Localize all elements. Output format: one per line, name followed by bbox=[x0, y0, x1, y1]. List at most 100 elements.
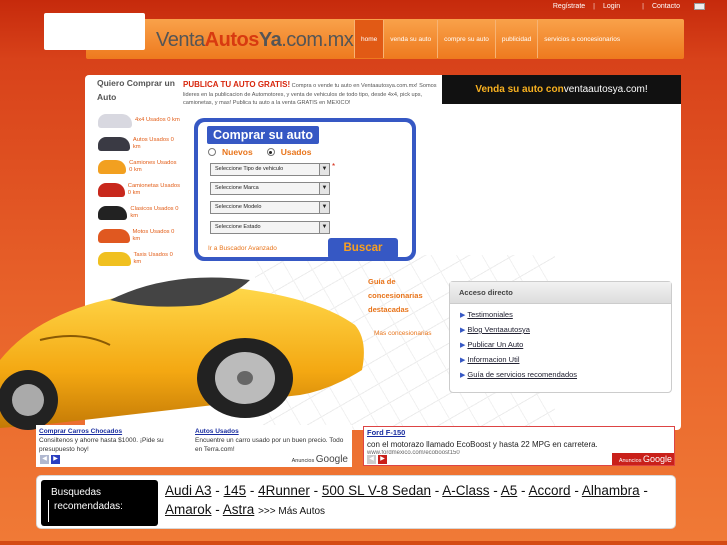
car-thumbnail-icon[interactable] bbox=[98, 182, 125, 197]
busqueda-link[interactable]: A5 bbox=[501, 483, 518, 498]
busquedas-label: Busquedas recomendadas: bbox=[41, 480, 158, 526]
ad-item[interactable]: Comprar Carros Chocados Consiltenos y ah… bbox=[39, 427, 189, 454]
busqueda-link[interactable]: A-Class bbox=[442, 483, 489, 498]
select-marca[interactable]: Seleccione Marca ▼ bbox=[210, 182, 330, 195]
next-arrow-icon[interactable]: ▶ bbox=[51, 455, 60, 464]
car-thumbnail-icon[interactable] bbox=[98, 205, 128, 220]
ad-title[interactable]: Comprar Carros Chocados bbox=[39, 427, 189, 436]
nav-publicidad[interactable]: publicidad bbox=[494, 20, 537, 58]
busquedas-title: Busquedas bbox=[51, 487, 102, 498]
mas-concesionarias-link[interactable]: Mas concesionarias bbox=[374, 330, 431, 337]
busqueda-link[interactable]: Accord bbox=[529, 483, 571, 498]
busqueda-link[interactable]: 500 SL V-8 Sedan bbox=[322, 483, 431, 498]
ford-ad[interactable]: Ford F-150 con el motorazo llamado EcoBo… bbox=[363, 426, 675, 466]
car-thumbnail-icon[interactable] bbox=[98, 159, 127, 174]
busquedas-links: Audi A3 - 145 - 4Runner - 500 SL V-8 Sed… bbox=[165, 483, 648, 517]
anuncios-google-label[interactable]: Anuncios Google bbox=[612, 453, 674, 465]
category-item[interactable]: Clasicos Usados 0 km bbox=[98, 201, 180, 224]
acceso-directo-box: Acceso directo TestimonialesBlog Ventaau… bbox=[449, 281, 672, 393]
ford-ad-nav: ◀ ▶ bbox=[367, 455, 387, 464]
category-item[interactable]: Autos Usados 0 km bbox=[98, 132, 180, 155]
dropdown-arrow-icon: ▼ bbox=[319, 202, 329, 213]
site-logo[interactable]: VentaAutosYa.com.mx bbox=[156, 29, 354, 52]
ad-title[interactable]: Autos Usados bbox=[195, 427, 345, 436]
ford-ad-text: con el motorazo llamado EcoBoost y hasta… bbox=[367, 440, 598, 449]
radio-usados-circle[interactable] bbox=[266, 148, 275, 156]
category-item[interactable]: Camionetas Usados 0 km bbox=[98, 178, 180, 201]
mas-autos-link[interactable]: >>> Más Autos bbox=[258, 506, 325, 517]
search-widget: Comprar su auto Nuevos Usados * Seleccio… bbox=[194, 118, 416, 261]
nav-compre[interactable]: compre su auto bbox=[437, 20, 495, 58]
select-estado[interactable]: Seleccione Estado ▼ bbox=[210, 221, 330, 234]
google-ads: Comprar Carros Chocados Consiltenos y ah… bbox=[36, 425, 352, 467]
busqueda-link[interactable]: 145 bbox=[224, 483, 247, 498]
acceso-title: Acceso directo bbox=[450, 282, 671, 304]
prev-arrow-icon[interactable]: ◀ bbox=[40, 455, 49, 464]
category-label[interactable]: Motos Usados 0 km bbox=[133, 229, 180, 242]
busqueda-link[interactable]: Alhambra bbox=[582, 483, 640, 498]
category-item[interactable]: Camiones Usados 0 km bbox=[98, 155, 180, 178]
divider bbox=[48, 500, 49, 522]
registrate-link[interactable]: Regístrate bbox=[553, 3, 585, 10]
separator: | bbox=[593, 3, 595, 10]
category-item[interactable]: Motos Usados 0 km bbox=[98, 224, 180, 247]
footer-strip bbox=[0, 541, 727, 545]
contacto-link[interactable]: Contacto bbox=[652, 3, 680, 10]
separator: | bbox=[642, 3, 644, 10]
dropdown-arrow-icon: ▼ bbox=[319, 183, 329, 194]
nav-home[interactable]: home bbox=[354, 20, 384, 58]
busquedas-box: Busquedas recomendadas: Audi A3 - 145 - … bbox=[36, 475, 676, 529]
acceso-link[interactable]: Informacion Util bbox=[460, 353, 671, 368]
advanced-search-link[interactable]: Ir a Buscador Avanzado bbox=[208, 245, 277, 252]
condition-radios: Nuevos Usados bbox=[208, 147, 311, 157]
radio-usados[interactable]: Usados bbox=[266, 147, 311, 157]
dropdown-arrow-icon: ▼ bbox=[319, 164, 329, 175]
ad-item[interactable]: Autos Usados Encuentre un carro usado po… bbox=[195, 427, 345, 454]
logo-box bbox=[44, 13, 145, 50]
dropdown-arrow-icon: ▼ bbox=[319, 222, 329, 233]
required-asterisk: * bbox=[332, 162, 336, 171]
acceso-link[interactable]: Guía de servicios recomendados bbox=[460, 368, 671, 383]
ad-text: Encuentre un carro usado por un buen pre… bbox=[195, 437, 344, 453]
sidebar-title: Quiero Comprar un Auto bbox=[97, 78, 175, 102]
car-thumbnail-icon[interactable] bbox=[98, 136, 130, 151]
acceso-links: TestimonialesBlog VentaautosyaPublicar U… bbox=[450, 304, 671, 383]
main-nav: home venda su auto compre su auto public… bbox=[354, 20, 626, 58]
category-label[interactable]: Clasicos Usados 0 km bbox=[130, 206, 180, 219]
busqueda-link[interactable]: Audi A3 bbox=[165, 483, 212, 498]
category-item[interactable]: 4x4 Usados 0 km bbox=[98, 109, 180, 132]
select-modelo[interactable]: Seleccione Modelo ▼ bbox=[210, 201, 330, 214]
guia-title: Guía de concesionarias destacadas bbox=[368, 277, 423, 314]
busquedas-subtitle: recomendadas: bbox=[54, 501, 123, 512]
mail-icon[interactable] bbox=[694, 3, 705, 10]
nav-servicios[interactable]: servicios a concesionarios bbox=[537, 20, 626, 58]
ad-text: Consiltenos y ahorre hasta $1000. ¡Pide … bbox=[39, 437, 164, 453]
car-thumbnail-icon[interactable] bbox=[98, 228, 130, 243]
acceso-link[interactable]: Blog Ventaautosya bbox=[460, 323, 671, 338]
next-arrow-icon[interactable]: ▶ bbox=[378, 455, 387, 464]
category-label[interactable]: Camionetas Usados 0 km bbox=[128, 183, 180, 196]
search-title: Comprar su auto bbox=[207, 126, 320, 144]
ad-nav: ◀ ▶ bbox=[40, 455, 60, 464]
top-links: Regístrate | Login | Contacto bbox=[553, 3, 705, 10]
venda-banner[interactable]: Venda su auto con ventaautosya.com! bbox=[442, 75, 681, 104]
category-label[interactable]: Camiones Usados 0 km bbox=[129, 160, 180, 173]
category-list: 4x4 Usados 0 km Autos Usados 0 km Camiones… bbox=[98, 109, 180, 270]
anuncios-google-label[interactable]: Anuncios Google bbox=[292, 454, 348, 465]
busqueda-link[interactable]: Amarok bbox=[165, 502, 212, 517]
busqueda-link[interactable]: Astra bbox=[223, 502, 255, 517]
nav-venda[interactable]: venda su auto bbox=[383, 20, 437, 58]
car-thumbnail-icon[interactable] bbox=[98, 113, 132, 128]
select-tipo[interactable]: Seleccione Tipo de vehiculo ▼ bbox=[210, 163, 330, 176]
busqueda-link[interactable]: 4Runner bbox=[258, 483, 310, 498]
category-label[interactable]: Autos Usados 0 km bbox=[133, 137, 180, 150]
radio-nuevos[interactable]: Nuevos bbox=[208, 147, 253, 157]
acceso-link[interactable]: Testimoniales bbox=[460, 308, 671, 323]
category-label[interactable]: 4x4 Usados 0 km bbox=[135, 117, 180, 124]
prev-arrow-icon[interactable]: ◀ bbox=[367, 455, 376, 464]
buscar-button[interactable]: Buscar bbox=[328, 238, 398, 259]
acceso-link[interactable]: Publicar Un Auto bbox=[460, 338, 671, 353]
ford-ad-title[interactable]: Ford F-150 bbox=[367, 428, 405, 437]
radio-nuevos-circle[interactable] bbox=[208, 148, 216, 156]
login-link[interactable]: Login bbox=[603, 3, 620, 10]
